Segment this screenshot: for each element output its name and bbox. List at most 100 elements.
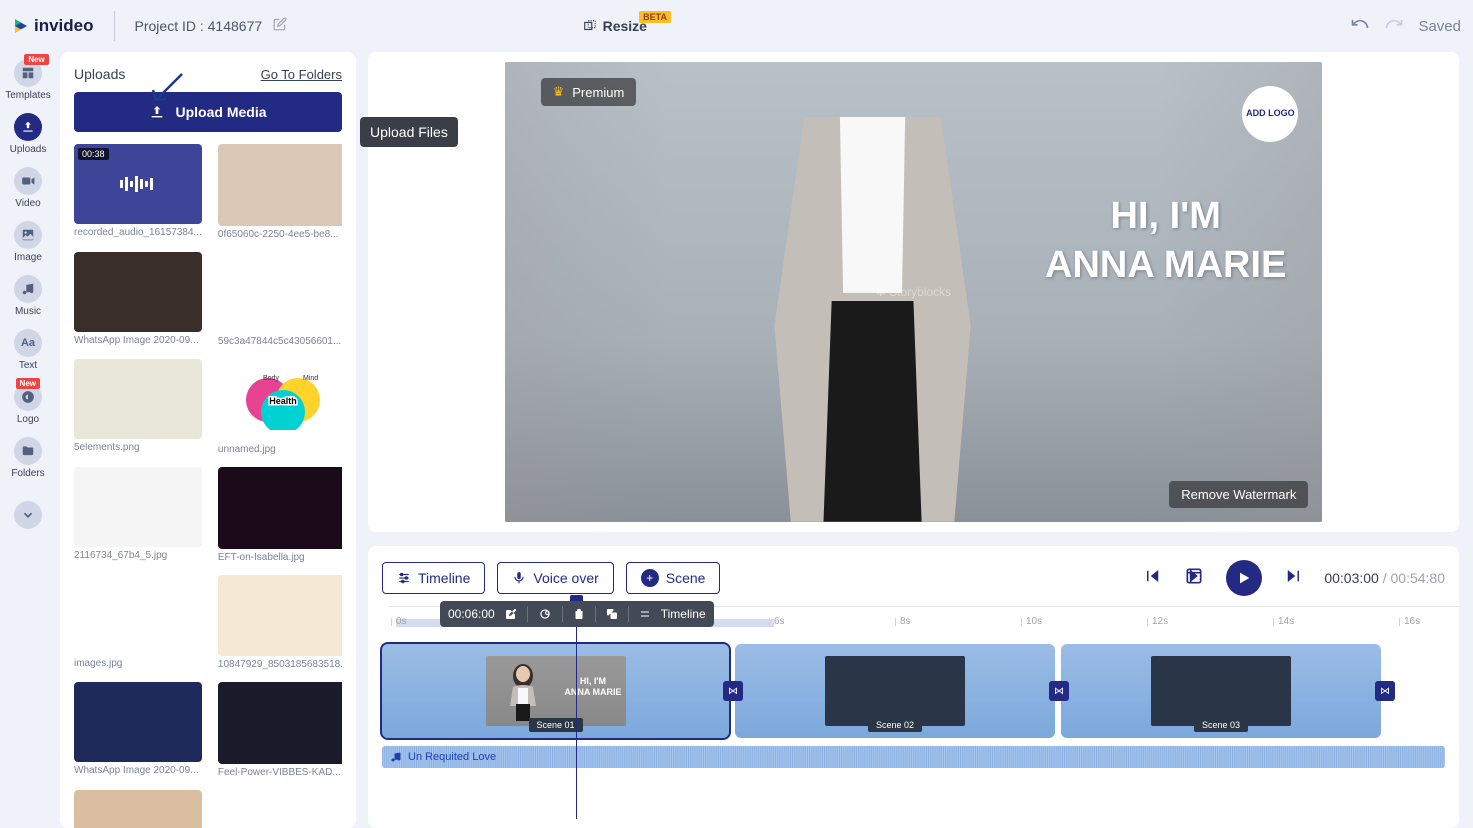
image-icon	[21, 228, 35, 242]
chevron-down-icon	[21, 508, 35, 522]
clip-toolbar-timeline[interactable]: Timeline	[661, 607, 706, 621]
logo[interactable]: invideo	[12, 16, 94, 36]
beta-badge: BETA	[639, 11, 671, 23]
sidebar-item-music[interactable]: Music	[14, 272, 42, 320]
save-status: Saved	[1418, 18, 1461, 35]
sidebar: New Templates Uploads Video Image Music …	[0, 52, 56, 828]
text-icon: Aa	[21, 337, 35, 349]
upload-icon	[149, 104, 165, 120]
logo-icon	[21, 390, 35, 404]
media-item[interactable]	[218, 790, 342, 828]
svg-text:Mind: Mind	[303, 375, 318, 382]
copy-icon[interactable]	[606, 608, 618, 620]
scene-clip[interactable]: HI, I'MANNA MARIE Scene 01 ⋈	[382, 644, 729, 738]
sidebar-item-templates[interactable]: New Templates	[5, 56, 51, 104]
media-item[interactable]: Feel-Power-VIBBES-KAD...	[218, 682, 342, 778]
music-icon	[390, 751, 402, 763]
media-item[interactable]: 59c3a47844c5c43056601...	[218, 252, 342, 348]
trash-icon[interactable]	[573, 608, 585, 620]
person-placeholder	[709, 117, 1036, 522]
new-badge: New	[24, 54, 48, 65]
scene-clip[interactable]: Scene 02 ⋈	[735, 644, 1055, 738]
media-grid: 00:38 recorded_audio_16157384... 0f65060…	[74, 144, 342, 828]
audio-track[interactable]: Un Requited Love	[382, 746, 1445, 768]
music-icon	[21, 282, 35, 296]
resize-icon	[583, 19, 597, 33]
playhead[interactable]	[576, 599, 577, 819]
undo-button[interactable]	[1350, 14, 1370, 39]
media-item[interactable]: 10847929_8503185683518...	[218, 575, 342, 671]
uploads-panel: Uploads Go To Folders Upload Media 00:38…	[60, 52, 356, 828]
sidebar-item-uploads[interactable]: Uploads	[10, 110, 47, 158]
add-logo-button[interactable]: ADD LOGO	[1242, 86, 1298, 142]
plus-circle-icon: +	[641, 569, 659, 587]
transition-icon[interactable]: ⋈	[723, 681, 743, 701]
redo-button[interactable]	[1384, 14, 1404, 39]
media-item[interactable]: EFT-on-Isabella.jpg	[218, 467, 342, 563]
watermark: ✱ Storyblocks	[876, 285, 951, 299]
sliders-icon[interactable]	[639, 608, 651, 620]
add-scene-button[interactable]: + Scene	[626, 562, 721, 594]
project-id: Project ID : 4148677	[135, 17, 287, 36]
upload-media-button[interactable]: Upload Media	[74, 92, 342, 132]
media-item[interactable]: 0f65060c-2250-4ee5-be8...	[218, 144, 342, 240]
preview-panel: ♛ Premium ADD LOGO HI, I'M ANNA MARIE ✱ …	[368, 52, 1459, 532]
ruler-tick: 0s	[396, 616, 407, 627]
play-button[interactable]	[1226, 560, 1262, 596]
top-bar: invideo Project ID : 4148677 Resize BETA…	[0, 0, 1473, 52]
templates-icon	[21, 66, 35, 80]
ruler-tick: 6s	[774, 616, 785, 627]
sidebar-item-folders[interactable]: Folders	[11, 434, 44, 482]
crown-icon: ♛	[553, 84, 565, 100]
svg-text:Body: Body	[263, 375, 279, 382]
transition-icon[interactable]: ⋈	[1049, 681, 1069, 701]
resize-button[interactable]: Resize BETA	[583, 18, 647, 34]
scene-clip[interactable]: Scene 03 ⋈	[1061, 644, 1381, 738]
skip-end-button[interactable]	[1284, 567, 1302, 590]
play-icon	[1236, 570, 1252, 586]
sidebar-item-text[interactable]: Aa Text	[14, 326, 42, 374]
sidebar-item-logo[interactable]: New Logo	[14, 380, 42, 428]
time-display: 00:03:00 / 00:54:80	[1324, 570, 1445, 586]
media-item[interactable]	[74, 790, 202, 828]
uploads-icon	[21, 120, 35, 134]
ruler-tick: 10s	[1026, 616, 1042, 627]
remove-watermark-button[interactable]: Remove Watermark	[1169, 481, 1308, 508]
premium-badge[interactable]: ♛ Premium	[541, 78, 637, 106]
timeline-button[interactable]: Timeline	[382, 562, 485, 594]
timeline-panel: Timeline Voice over + Scene	[368, 546, 1459, 828]
transition-icon[interactable]: ⋈	[1375, 681, 1395, 701]
media-item[interactable]: 00:38 recorded_audio_16157384...	[74, 144, 202, 240]
canvas-text-overlay[interactable]: HI, I'M ANNA MARIE	[1045, 192, 1286, 291]
media-item[interactable]: WhatsApp Image 2020-09...	[74, 682, 202, 778]
sliders-icon	[397, 571, 411, 585]
edit-icon[interactable]	[273, 18, 287, 35]
voiceover-button[interactable]: Voice over	[497, 562, 613, 594]
edit-icon[interactable]	[505, 608, 517, 620]
new-badge: New	[16, 378, 40, 389]
divider	[114, 11, 115, 41]
sidebar-item-image[interactable]: Image	[14, 218, 42, 266]
ruler-tick: 8s	[900, 616, 911, 627]
uploads-title: Uploads	[74, 66, 125, 82]
go-to-folders-link[interactable]: Go To Folders	[261, 67, 342, 82]
color-icon[interactable]	[538, 607, 552, 621]
audio-waveform	[382, 746, 1445, 768]
media-item[interactable]: HealthBodyMind unnamed.jpg	[218, 359, 342, 455]
brand-name: invideo	[34, 16, 94, 36]
logo-icon	[12, 17, 30, 35]
video-canvas[interactable]: ♛ Premium ADD LOGO HI, I'M ANNA MARIE ✱ …	[505, 62, 1323, 522]
media-item[interactable]: 2116734_67b4_5.jpg	[74, 467, 202, 563]
scenes-track: 00:06:00 Timeline HI, I'MANNA MARIE Scen…	[382, 644, 1445, 738]
mic-icon	[512, 571, 526, 585]
svg-text:Health: Health	[269, 396, 297, 406]
media-item[interactable]: WhatsApp Image 2020-09...	[74, 252, 202, 348]
skip-start-button[interactable]	[1144, 567, 1162, 590]
clip-time: 00:06:00	[448, 607, 495, 621]
frame-back-button[interactable]	[1184, 566, 1204, 591]
media-item[interactable]: 5elements.png	[74, 359, 202, 455]
media-item[interactable]: images.jpg	[74, 575, 202, 671]
sidebar-item-video[interactable]: Video	[14, 164, 42, 212]
ruler-tick: 14s	[1278, 616, 1294, 627]
sidebar-expand[interactable]	[14, 498, 42, 532]
